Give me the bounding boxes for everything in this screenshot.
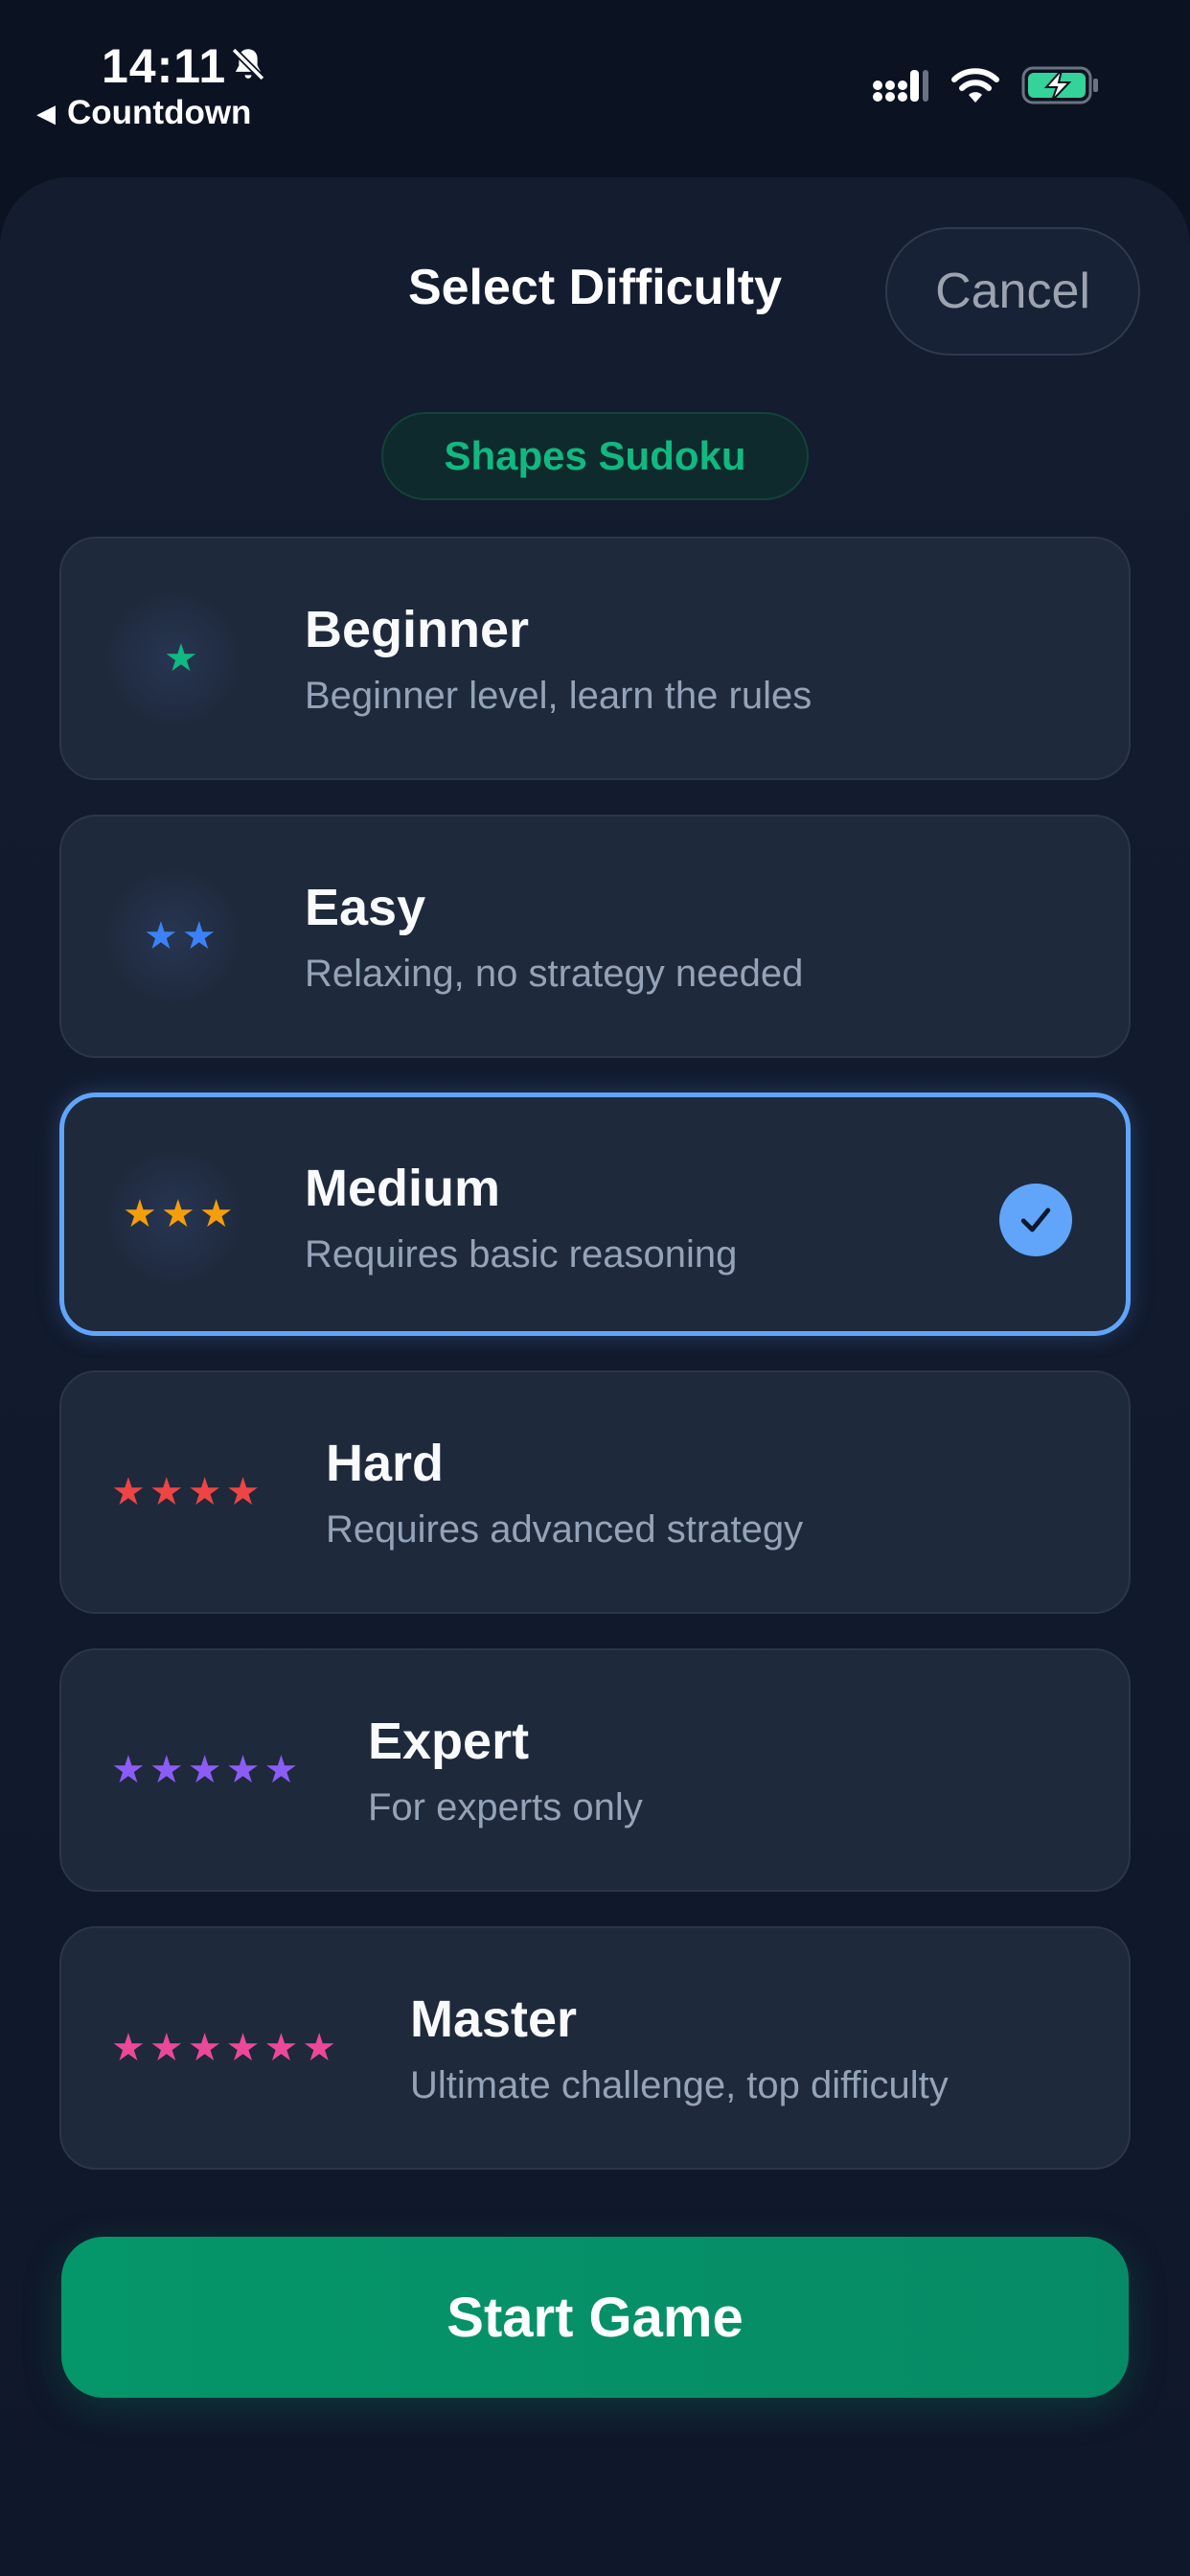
cellular-signal-icon: [872, 66, 929, 109]
cancel-button[interactable]: Cancel: [885, 227, 1140, 356]
difficulty-title: Easy: [305, 879, 426, 936]
star-icon: ★: [111, 1749, 146, 1791]
star-icon: ★: [149, 1749, 184, 1791]
status-bar: 14:11 ◀ Countdown: [0, 0, 1190, 144]
difficulty-description: Ultimate challenge, top difficulty: [410, 2064, 949, 2106]
difficulty-title: Medium: [305, 1160, 501, 1217]
difficulty-card-hard[interactable]: ★ ★ ★ ★ Hard Requires advanced strategy: [59, 1370, 1131, 1614]
star-icon: ★: [181, 915, 217, 957]
selected-checkmark-icon: [999, 1184, 1072, 1256]
start-game-button[interactable]: Start Game: [61, 2237, 1129, 2398]
star-icon: ★: [225, 1471, 261, 1513]
difficulty-stars: ★: [164, 539, 202, 778]
difficulty-card-expert[interactable]: ★ ★ ★ ★ ★ Expert For experts only: [59, 1648, 1131, 1892]
difficulty-stars: ★ ★ ★ ★: [111, 1372, 263, 1612]
difficulty-title: Beginner: [305, 601, 530, 658]
star-icon: ★: [225, 1749, 261, 1791]
star-icon: ★: [144, 915, 178, 957]
star-icon: ★: [164, 637, 198, 679]
bell-slash-icon: [228, 44, 268, 89]
star-icon: ★: [198, 1193, 234, 1235]
difficulty-stars: ★ ★: [144, 816, 220, 1056]
star-icon: ★: [225, 2027, 261, 2069]
star-icon: ★: [111, 1471, 146, 1513]
difficulty-card-easy[interactable]: ★ ★ Easy Relaxing, no strategy needed: [59, 815, 1131, 1058]
difficulty-title: Expert: [368, 1713, 530, 1770]
star-icon: ★: [263, 2027, 299, 2069]
difficulty-card-master[interactable]: ★ ★ ★ ★ ★ ★ Master Ultimate challenge, top di…: [59, 1926, 1131, 2170]
battery-charging-icon: [1021, 65, 1100, 110]
star-icon: ★: [302, 2027, 337, 2069]
difficulty-stars: ★ ★ ★: [123, 1097, 238, 1331]
difficulty-description: Relaxing, no strategy needed: [305, 953, 804, 995]
star-icon: ★: [123, 1193, 157, 1235]
difficulty-stars: ★ ★ ★ ★ ★: [111, 1650, 302, 1890]
star-icon: ★: [160, 1193, 195, 1235]
difficulty-title: Master: [410, 1990, 578, 2048]
star-icon: ★: [187, 1471, 222, 1513]
difficulty-card-medium[interactable]: ★ ★ ★ Medium Requires basic reasoning: [59, 1092, 1131, 1336]
difficulty-title: Hard: [326, 1435, 445, 1492]
difficulty-description: For experts only: [368, 1786, 643, 1828]
difficulty-description: Beginner level, learn the rules: [305, 675, 812, 717]
status-time: 14:11: [102, 39, 227, 93]
star-icon: ★: [263, 1749, 299, 1791]
status-icons: [872, 65, 1100, 110]
star-icon: ★: [149, 2027, 184, 2069]
back-arrow-icon: ◀: [36, 99, 56, 127]
star-icon: ★: [149, 1471, 184, 1513]
difficulty-description: Requires basic reasoning: [305, 1233, 738, 1276]
star-icon: ★: [187, 2027, 222, 2069]
wifi-icon: [950, 66, 1000, 109]
back-link-label: Countdown: [67, 94, 252, 131]
star-icon: ★: [111, 2027, 146, 2069]
difficulty-description: Requires advanced strategy: [326, 1508, 804, 1551]
difficulty-card-beginner[interactable]: ★ Beginner Beginner level, learn the rul…: [59, 537, 1131, 780]
difficulty-stars: ★ ★ ★ ★ ★ ★: [111, 1928, 340, 2168]
game-mode-badge: Shapes Sudoku: [381, 412, 809, 500]
star-icon: ★: [187, 1749, 222, 1791]
back-to-countdown-link[interactable]: ◀ Countdown: [36, 94, 251, 132]
